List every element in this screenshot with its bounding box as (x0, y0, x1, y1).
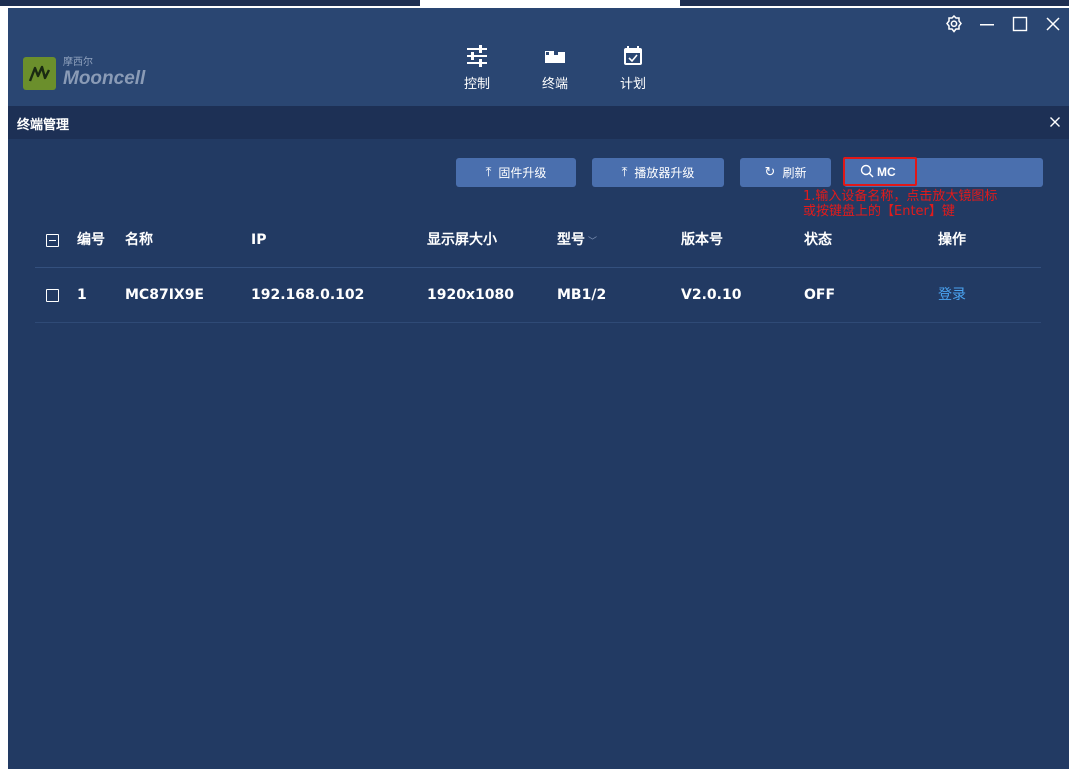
nav-control-label: 控制 (463, 77, 490, 92)
select-all-checkbox[interactable] (46, 234, 59, 247)
refresh-label: 刷新 (782, 166, 807, 180)
panel-title: 终端管理 (17, 118, 70, 133)
settings-icon[interactable] (937, 8, 970, 40)
header-action: 操作 (938, 232, 966, 248)
app-window: 摩西尔 Mooncell 控制 终端 计划 终端管理 ⤒ 固件升级 ⤒ 播放器升… (8, 8, 1069, 769)
header-status: 状态 (804, 232, 832, 248)
refresh-icon: ↻ (764, 165, 776, 180)
row-checkbox[interactable] (46, 289, 59, 302)
top-strip-bar (0, 0, 420, 6)
player-upgrade-label: 播放器升级 (634, 166, 695, 180)
brand-name-en: Mooncell (63, 67, 146, 89)
cell-screen-size: 1920x1080 (427, 287, 514, 303)
header-screen-size: 显示屏大小 (427, 232, 497, 248)
header-type[interactable]: 型号 ﹀ (557, 213, 597, 267)
firmware-upgrade-button[interactable]: ⤒ 固件升级 (456, 158, 576, 187)
brand-logo: 摩西尔 Mooncell (23, 57, 145, 90)
header-version: 版本号 (681, 232, 723, 248)
nav-terminal[interactable]: 终端 (516, 22, 594, 104)
sliders-icon (467, 45, 487, 67)
maximize-icon[interactable] (1003, 8, 1036, 40)
upload-icon: ⤒ (621, 165, 628, 180)
header-ip: IP (251, 232, 267, 248)
main-nav: 控制 终端 计划 (438, 22, 672, 104)
nav-plan-label: 计划 (619, 77, 646, 92)
search-highlight-box (843, 157, 917, 186)
terminal-icon (545, 51, 565, 63)
nav-terminal-label: 终端 (541, 77, 568, 92)
panel-title-bar: 终端管理 (8, 106, 1069, 139)
logo-mark-icon (23, 57, 56, 90)
window-controls (937, 8, 1069, 40)
table-header: 编号 名称 IP 显示屏大小 型号 ﹀ 版本号 状态 操作 (35, 213, 1041, 268)
login-link[interactable]: 登录 (938, 268, 966, 322)
top-strip-bar (680, 0, 1069, 6)
app-header: 摩西尔 Mooncell 控制 终端 计划 (8, 8, 1069, 106)
table-row: 1 MC87IX9E 192.168.0.102 1920x1080 MB1/2… (35, 268, 1041, 323)
header-no: 编号 (77, 232, 105, 248)
cell-status: OFF (804, 287, 836, 303)
calendar-icon (624, 46, 642, 65)
top-strip (0, 0, 1069, 8)
header-type-label: 型号 (557, 232, 585, 248)
header-name: 名称 (125, 232, 153, 248)
nav-control[interactable]: 控制 (438, 22, 516, 104)
cell-no: 1 (77, 287, 87, 303)
cell-type: MB1/2 (557, 287, 607, 303)
nav-plan[interactable]: 计划 (594, 22, 672, 104)
chevron-down-icon: ﹀ (588, 237, 598, 247)
panel-close-icon[interactable] (1045, 112, 1065, 132)
player-upgrade-button[interactable]: ⤒ 播放器升级 (592, 158, 724, 187)
terminal-table: 编号 名称 IP 显示屏大小 型号 ﹀ 版本号 状态 操作 1 MC87IX9E … (35, 213, 1041, 323)
refresh-button[interactable]: ↻ 刷新 (740, 158, 831, 187)
cell-version: V2.0.10 (681, 287, 742, 303)
upload-icon: ⤒ (485, 165, 492, 180)
close-icon[interactable] (1036, 8, 1069, 40)
annotation-line-1: 1.输入设备名称，点击放大镜图标 (803, 189, 998, 204)
cell-name: MC87IX9E (125, 287, 204, 303)
firmware-upgrade-label: 固件升级 (498, 166, 547, 180)
minimize-icon[interactable] (970, 8, 1003, 40)
cell-ip: 192.168.0.102 (251, 287, 365, 303)
